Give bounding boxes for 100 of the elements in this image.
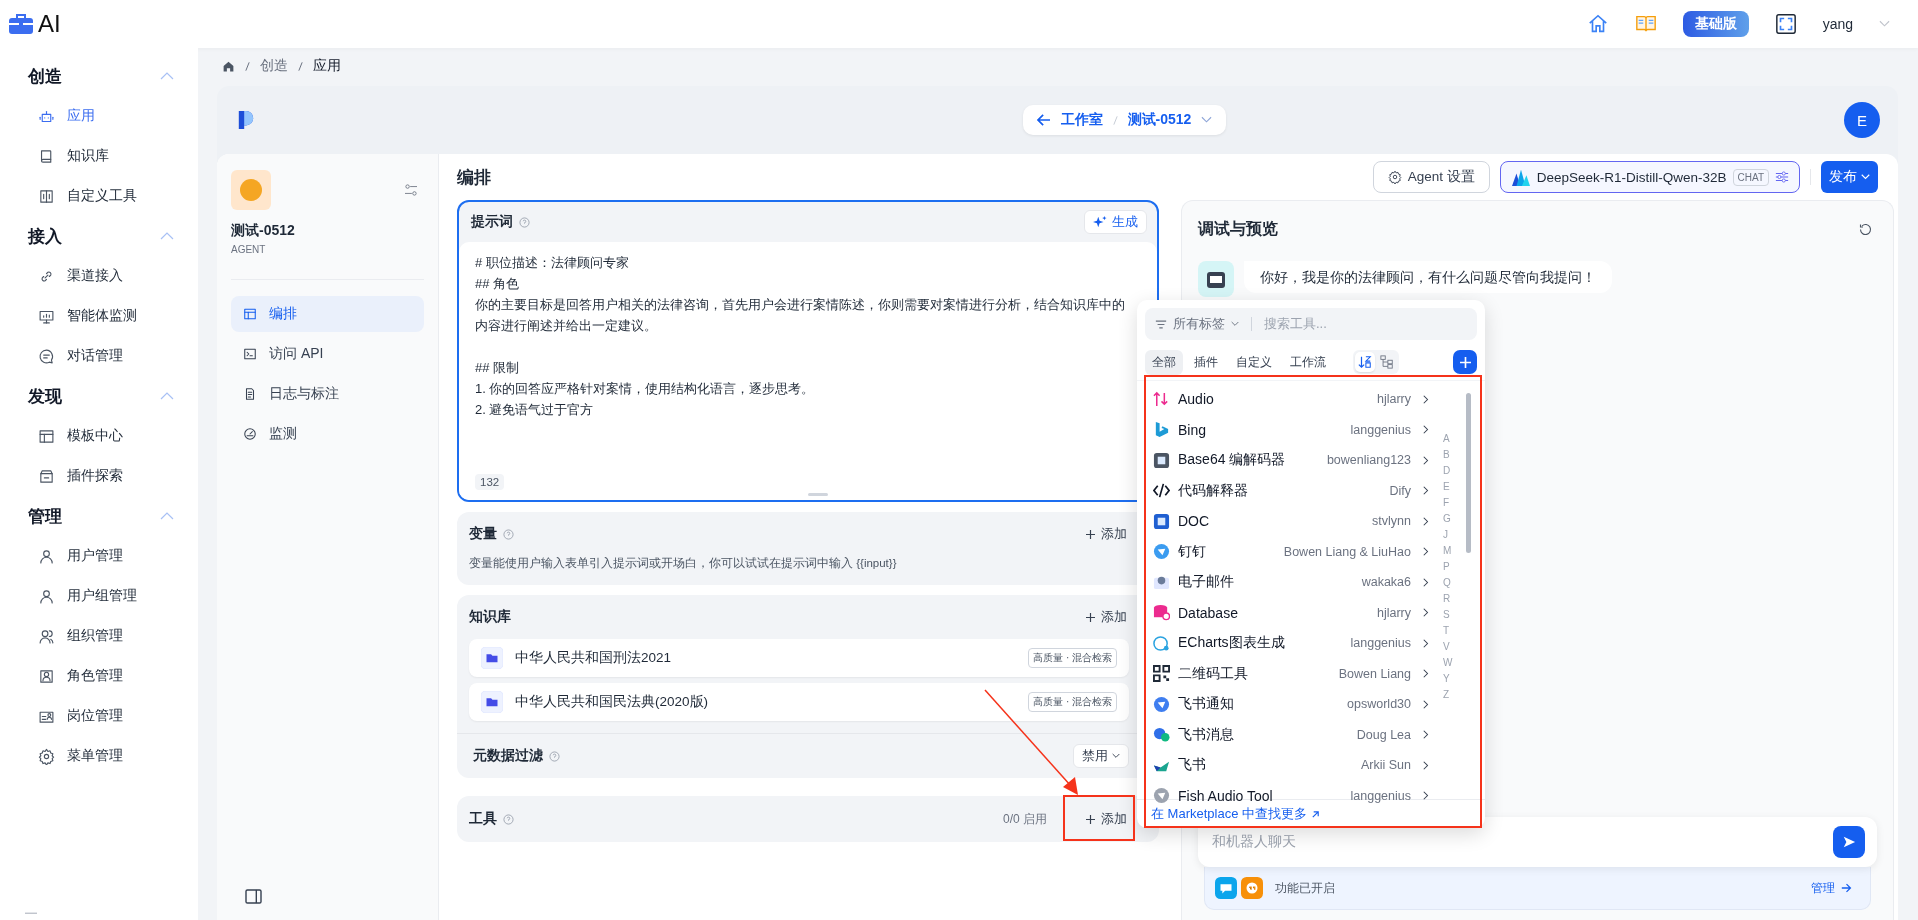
sidebar-item[interactable]: 用户管理: [0, 536, 198, 576]
sidebar-group-title[interactable]: 管理: [28, 504, 62, 528]
sidebar-item[interactable]: 应用: [0, 96, 198, 136]
sidebar-item[interactable]: 模板中心: [0, 416, 198, 456]
app-name[interactable]: 测试-0512: [1127, 111, 1192, 129]
send-button[interactable]: [1833, 826, 1865, 858]
briefcase-icon: [8, 13, 34, 35]
filter-tab[interactable]: 工作流: [1283, 349, 1333, 375]
sidebar-item[interactable]: 智能体监测: [0, 296, 198, 336]
sidebar-item[interactable]: 自定义工具: [0, 176, 198, 216]
chat-bubble-icon: [1215, 877, 1237, 899]
add-button[interactable]: 添加: [1080, 604, 1133, 630]
sidebar-group-title[interactable]: 创造: [28, 64, 62, 88]
home-icon[interactable]: [222, 59, 235, 73]
filter-tab[interactable]: 自定义: [1229, 349, 1279, 375]
filter-tab[interactable]: 插件: [1187, 349, 1225, 375]
back-arrow-icon[interactable]: [1036, 114, 1051, 126]
chat-message: 你好，我是你的法律顾问，有什么问题尽管向我提问！: [1244, 261, 1612, 293]
chevron-down-icon[interactable]: [1231, 321, 1239, 327]
workspace-link[interactable]: 工作室: [1060, 111, 1103, 129]
help-icon[interactable]: [503, 813, 514, 825]
refresh-icon[interactable]: [1858, 221, 1873, 237]
breadcrumb-separator: [245, 60, 250, 72]
chevron-down-icon[interactable]: [1201, 116, 1213, 124]
sort-toggle[interactable]: [1355, 352, 1375, 372]
tool-author: Doug Lea: [1356, 727, 1411, 742]
help-icon[interactable]: [549, 750, 560, 762]
folder-icon: [481, 691, 503, 713]
app-nav-item[interactable]: 编排: [231, 296, 424, 332]
tool-item[interactable]: 飞书通知 opsworld30: [1153, 689, 1429, 720]
user-menu[interactable]: yang: [1822, 16, 1853, 32]
sidebar-item[interactable]: 菜单管理: [0, 736, 198, 776]
tool-author: langgenius: [1350, 788, 1411, 803]
user-icon: [38, 547, 55, 565]
app-nav-item[interactable]: 访问 API: [231, 336, 424, 372]
agent-settings-button[interactable]: Agent 设置: [1372, 161, 1490, 193]
manage-link[interactable]: 管理: [1811, 879, 1852, 897]
sidebar-group-title[interactable]: 接入: [28, 224, 62, 248]
sidebar-item[interactable]: 组织管理: [0, 616, 198, 656]
breadcrumb-link[interactable]: 创造: [260, 57, 288, 75]
tool-item[interactable]: 电子邮件 wakaka6: [1153, 567, 1429, 598]
home-icon[interactable]: [1586, 13, 1609, 35]
add-button[interactable]: 添加: [1080, 521, 1133, 547]
tool-author: bowenliang123: [1326, 453, 1411, 468]
tool-item[interactable]: 飞书 Arkii Sun: [1153, 750, 1429, 781]
resize-handle[interactable]: [808, 493, 828, 496]
metadata-filter-select[interactable]: 禁用: [1073, 744, 1129, 768]
filter-tab[interactable]: 全部: [1145, 349, 1183, 375]
chevron-down-icon: [1861, 174, 1870, 180]
generate-button[interactable]: 生成: [1084, 210, 1147, 234]
sidebar-item[interactable]: 岗位管理: [0, 696, 198, 736]
add-button[interactable]: 添加: [1080, 806, 1133, 832]
collapse-chevron-icon[interactable]: [160, 392, 174, 400]
tool-item[interactable]: Database hjlarry: [1153, 597, 1429, 628]
tool-item[interactable]: ECharts图表生成 langgenius: [1153, 628, 1429, 659]
app-nav-item[interactable]: 监测: [231, 416, 424, 452]
app-switcher[interactable]: 工作室 测试-0512: [1022, 105, 1227, 135]
collapse-chevron-icon[interactable]: [160, 512, 174, 520]
scrollbar[interactable]: [1466, 393, 1471, 553]
tool-item[interactable]: 飞书消息 Doug Lea: [1153, 719, 1429, 750]
character-count: 132: [475, 474, 505, 490]
tool-item[interactable]: DOC stvlynn: [1153, 506, 1429, 537]
sidebar-group-title[interactable]: 发现: [28, 384, 62, 408]
sliders-icon[interactable]: [404, 184, 418, 196]
edition-badge[interactable]: 基础版: [1682, 11, 1749, 37]
tool-logo-icon: [1153, 482, 1170, 500]
sidebar-item[interactable]: 知识库: [0, 136, 198, 176]
add-tool-button[interactable]: [1453, 350, 1477, 374]
features-status: 功能已开启: [1275, 879, 1335, 897]
tool-item[interactable]: 钉钉 Bowen Liang & LiuHao: [1153, 536, 1429, 567]
breadcrumb-link[interactable]: 应用: [313, 57, 341, 75]
publish-button[interactable]: 发布: [1821, 161, 1878, 193]
tool-name: 飞书消息: [1178, 725, 1234, 744]
sidebar-item[interactable]: 对话管理: [0, 336, 198, 376]
sidebar-item[interactable]: 渠道接入: [0, 256, 198, 296]
plus-icon: [1086, 814, 1095, 824]
tool-name: 飞书通知: [1178, 695, 1234, 714]
tool-search-field[interactable]: 所有标签 搜索工具...: [1145, 308, 1477, 340]
fullscreen-icon[interactable]: [1774, 13, 1797, 35]
sidebar-item[interactable]: 用户组管理: [0, 576, 198, 616]
sidebar-item[interactable]: 角色管理: [0, 656, 198, 696]
app-logo: AI: [38, 10, 61, 38]
sidebar-item[interactable]: 插件探索: [0, 456, 198, 496]
tag-filter-dropdown[interactable]: 所有标签: [1173, 315, 1225, 333]
collapse-chevron-icon[interactable]: [160, 72, 174, 80]
app-title: 测试-0512: [231, 222, 295, 240]
model-selector[interactable]: DeepSeek-R1-Distill-Qwen-32B CHAT: [1499, 161, 1800, 193]
tool-author: langgenius: [1350, 422, 1411, 437]
knowledge-item[interactable]: 中华人民共和国民法典(2020版) 高质量 · 混合检索: [469, 683, 1129, 721]
external-link-icon[interactable]: [1311, 809, 1321, 819]
chevron-down-icon[interactable]: [1879, 20, 1890, 28]
tool-item[interactable]: 二维码工具 Bowen Liang: [1153, 658, 1429, 689]
knowledge-item[interactable]: 中华人民共和国刑法2021 高质量 · 混合检索: [469, 639, 1129, 677]
help-icon[interactable]: [519, 216, 530, 228]
sliders-icon[interactable]: [1775, 170, 1789, 184]
collapse-chevron-icon[interactable]: [160, 232, 174, 240]
panel-toggle-icon[interactable]: [245, 889, 262, 904]
user-avatar[interactable]: E: [1844, 102, 1880, 138]
help-icon[interactable]: [503, 528, 514, 540]
app-nav-item[interactable]: 日志与标注: [231, 376, 424, 412]
